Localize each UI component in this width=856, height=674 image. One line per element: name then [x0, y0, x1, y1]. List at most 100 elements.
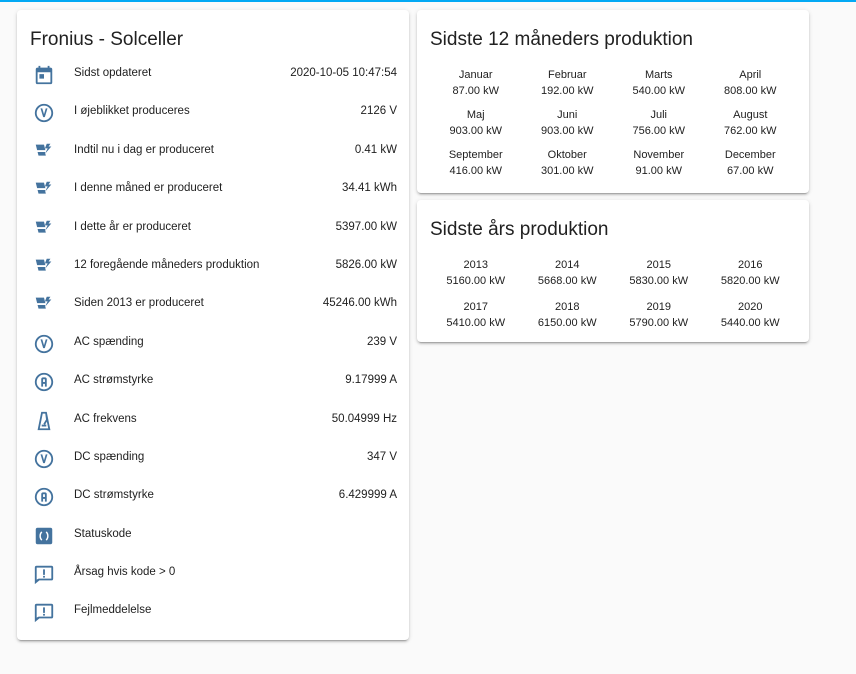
production-value: 5668.00 kW	[537, 275, 597, 287]
period-label: 2013	[463, 259, 488, 271]
solar-power-icon	[33, 256, 55, 278]
entity-row[interactable]: DC strømstyrke 6.429999 A	[17, 477, 409, 515]
entity-name: Siden 2013 er produceret	[74, 297, 204, 310]
production-value: 5790.00 kW	[629, 317, 689, 329]
entity-name: I øjeblikket produceres	[74, 105, 190, 118]
period-label: Oktober	[547, 149, 587, 161]
header-accent-line	[0, 0, 856, 2]
month-grid: Januar 87.00 kW Februar 192.00 kW Marts 540.0…	[430, 67, 796, 179]
month-cell[interactable]: Juli 756.00 kW	[613, 107, 705, 139]
month-cell[interactable]: December 67.00 kW	[705, 147, 797, 179]
year-cell[interactable]: 2020 5440.00 kW	[705, 299, 797, 331]
entity-row[interactable]: Sidst opdateret 2020-10-05 10:47:54	[17, 55, 409, 93]
entity-name: DC spænding	[74, 450, 145, 463]
year-cell[interactable]: 2016 5820.00 kW	[705, 257, 797, 289]
card-title: Fronius - Solceller	[30, 29, 184, 50]
entity-name: Statuskode	[74, 527, 132, 540]
year-cell[interactable]: 2017 5410.00 kW	[430, 299, 522, 331]
entity-name: AC spænding	[74, 335, 144, 348]
period-label: 2016	[738, 259, 763, 271]
production-value: 6150.00 kW	[537, 317, 597, 329]
entity-name: Sidst opdateret	[74, 67, 152, 79]
month-cell[interactable]: Oktober 301.00 kW	[522, 147, 614, 179]
solar-power-icon	[33, 179, 55, 201]
fronius-card: Fronius - Solceller Sidst opdateret 2020-…	[17, 10, 409, 640]
entity-row[interactable]: I øjeblikket produceres 2126 V	[17, 93, 409, 131]
production-value: 5410.00 kW	[446, 317, 506, 329]
solar-power-icon	[33, 218, 55, 240]
month-cell[interactable]: April 808.00 kW	[705, 67, 797, 99]
period-label: 2019	[646, 301, 671, 313]
entity-row[interactable]: Statuskode	[17, 516, 409, 554]
year-cell[interactable]: 2015 5830.00 kW	[613, 257, 705, 289]
solar-power-icon	[33, 141, 55, 163]
voltage-icon	[33, 448, 55, 470]
entity-row[interactable]: Siden 2013 er produceret 45246.00 kWh	[17, 285, 409, 323]
month-cell[interactable]: November 91.00 kW	[613, 147, 705, 179]
entity-state: 347 V	[366, 450, 397, 463]
period-label: 2015	[646, 259, 671, 271]
production-value: 903.00 kW	[540, 125, 594, 137]
month-cell[interactable]: August 762.00 kW	[705, 107, 797, 139]
entity-row[interactable]: AC strømstyrke 9.17999 A	[17, 362, 409, 400]
yearly-production-card: Sidste års produktion 2013 5160.00 kW 2014…	[417, 200, 809, 342]
month-cell[interactable]: Marts 540.00 kW	[613, 67, 705, 99]
entity-row[interactable]: AC spænding 239 V	[17, 324, 409, 362]
card-title: Sidste 12 måneders produktion	[430, 29, 693, 50]
period-label: 2018	[555, 301, 580, 313]
entity-name: 12 foregående måneders produktion	[74, 258, 260, 271]
month-cell[interactable]: Januar 87.00 kW	[430, 67, 522, 99]
production-value: 903.00 kW	[449, 125, 503, 137]
period-label: Februar	[547, 69, 587, 81]
voltage-icon	[33, 102, 55, 124]
alert-message-icon	[33, 601, 55, 623]
period-label: September	[448, 149, 503, 161]
year-cell[interactable]: 2013 5160.00 kW	[430, 257, 522, 289]
entity-state: 0.41 kW	[354, 143, 397, 156]
year-cell[interactable]: 2014 5668.00 kW	[522, 257, 614, 289]
entity-state: 6.429999 A	[338, 489, 397, 502]
entity-state: 2020-10-05 10:47:54	[290, 67, 397, 79]
current-icon	[33, 371, 55, 393]
year-cell[interactable]: 2018 6150.00 kW	[522, 299, 614, 331]
month-cell[interactable]: September 416.00 kW	[430, 147, 522, 179]
month-cell[interactable]: Maj 903.00 kW	[430, 107, 522, 139]
entity-name: AC frekvens	[74, 412, 137, 425]
card-title: Sidste års produktion	[430, 219, 609, 240]
entity-row[interactable]: DC spænding 347 V	[17, 439, 409, 477]
entity-name: DC strømstyrke	[74, 489, 154, 502]
production-value: 67.00 kW	[727, 165, 774, 177]
production-value: 5830.00 kW	[629, 275, 689, 287]
entity-row[interactable]: I denne måned er produceret 34.41 kWh	[17, 170, 409, 208]
period-label: Maj	[466, 109, 485, 121]
production-value: 756.00 kW	[632, 125, 686, 137]
alert-message-icon	[33, 563, 55, 585]
month-cell[interactable]: Februar 192.00 kW	[522, 67, 614, 99]
production-value: 91.00 kW	[635, 165, 682, 177]
period-label: 2014	[555, 259, 580, 271]
period-label: 2017	[463, 301, 488, 313]
production-value: 87.00 kW	[452, 85, 499, 97]
period-label: Marts	[645, 69, 673, 81]
entity-row[interactable]: Årsag hvis kode > 0	[17, 554, 409, 592]
entity-row[interactable]: Indtil nu i dag er produceret 0.41 kW	[17, 132, 409, 170]
entity-row[interactable]: Fejlmeddelelse	[17, 592, 409, 630]
entity-name: Årsag hvis kode > 0	[74, 566, 176, 579]
period-label: Juli	[650, 109, 667, 121]
entity-row[interactable]: I dette år er produceret 5397.00 kW	[17, 209, 409, 247]
entity-row[interactable]: AC frekvens 50.04999 Hz	[17, 401, 409, 439]
code-parentheses-icon	[33, 525, 55, 547]
production-value: 5160.00 kW	[446, 275, 506, 287]
monthly-production-card: Sidste 12 måneders produktion Januar 87.0…	[417, 10, 809, 193]
production-value: 5820.00 kW	[720, 275, 780, 287]
year-cell[interactable]: 2019 5790.00 kW	[613, 299, 705, 331]
entity-name: Indtil nu i dag er produceret	[74, 143, 215, 156]
current-icon	[33, 486, 55, 508]
period-label: Januar	[458, 69, 493, 81]
entity-name: Fejlmeddelelse	[74, 604, 152, 617]
month-cell[interactable]: Juni 903.00 kW	[522, 107, 614, 139]
entity-state: 45246.00 kWh	[322, 297, 397, 310]
entity-state: 9.17999 A	[345, 374, 397, 387]
production-value: 540.00 kW	[632, 85, 686, 97]
entity-row[interactable]: 12 foregående måneders produktion 5826.00…	[17, 247, 409, 285]
